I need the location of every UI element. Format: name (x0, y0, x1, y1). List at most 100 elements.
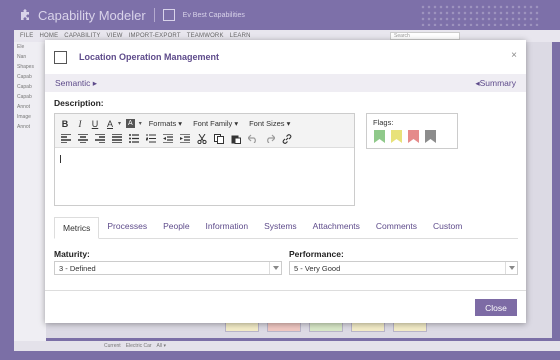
flags-label: Flags: (373, 118, 394, 127)
shapes-panel-item[interactable]: Annot (14, 122, 46, 132)
chevron-down-icon[interactable]: ▾ (118, 120, 121, 127)
font-family-dropdown[interactable]: Font Family ▾ (189, 119, 242, 128)
capability-checkbox[interactable] (54, 50, 67, 64)
chevron-down-icon (505, 262, 517, 274)
puzzle-logo-icon (18, 8, 32, 22)
highlight-label: A (126, 119, 135, 128)
chevron-down-icon (269, 262, 281, 274)
tab-custom[interactable]: Custom (425, 216, 470, 238)
tab-metrics[interactable]: Metrics (54, 217, 100, 239)
undo-icon[interactable] (246, 132, 260, 145)
canvas-shape[interactable] (225, 322, 259, 332)
tab-attachments[interactable]: Attachments (305, 216, 368, 238)
description-label: Description: (54, 98, 104, 108)
description-editor: B I U A ▾ A ▾ Formats ▾ Font Family ▾ Fo… (54, 113, 355, 206)
performance-select[interactable]: 5 - Very Good (289, 261, 518, 275)
numbered-list-icon[interactable] (144, 132, 158, 145)
tab-people[interactable]: People (155, 216, 197, 238)
outdent-icon[interactable] (161, 132, 175, 145)
bullet-list-icon[interactable] (127, 132, 141, 145)
toolbar-row-paragraph (59, 131, 350, 146)
sheet-tab[interactable]: All ▾ (157, 343, 166, 349)
yellow-flag-icon[interactable] (391, 130, 402, 145)
shapes-panel-item[interactable]: Ele (14, 42, 46, 52)
menu-view[interactable]: VIEW (107, 33, 123, 39)
shapes-panel: Ele Nan Shapes Capab Capab Capab Annot I… (14, 42, 46, 348)
gray-flag-icon[interactable] (425, 130, 436, 145)
formats-dropdown[interactable]: Formats ▾ (145, 119, 186, 128)
font-color-button[interactable]: A (104, 117, 116, 130)
close-button[interactable]: Close (475, 299, 517, 316)
green-flag-icon[interactable] (374, 130, 385, 145)
align-center-icon[interactable] (76, 132, 90, 145)
canvas-shape[interactable] (309, 322, 343, 332)
italic-button[interactable]: I (74, 117, 86, 130)
maturity-select[interactable]: 3 - Defined (54, 261, 282, 275)
shapes-panel-item[interactable]: Capab (14, 82, 46, 92)
align-left-icon[interactable] (59, 132, 73, 145)
menu-learn[interactable]: LEARN (230, 33, 251, 39)
shapes-panel-item[interactable]: Annot (14, 102, 46, 112)
flag-row (373, 130, 451, 145)
maturity-value: 3 - Defined (59, 263, 96, 273)
sheet-tab[interactable]: Current (104, 343, 121, 349)
tab-information[interactable]: Information (198, 216, 257, 238)
performance-label: Performance: (289, 249, 344, 259)
menu-import-export[interactable]: IMPORT-EXPORT (129, 33, 181, 39)
editor-toolbar: B I U A ▾ A ▾ Formats ▾ Font Family ▾ Fo… (55, 114, 354, 148)
canvas-shapes (225, 322, 427, 332)
highlight-button[interactable]: A (124, 117, 137, 130)
shapes-panel-item[interactable]: Nan (14, 52, 46, 62)
app-search-input[interactable]: Search (390, 32, 460, 40)
canvas-shape[interactable] (267, 322, 301, 332)
shapes-panel-item[interactable]: Shapes (14, 62, 46, 72)
semantic-link[interactable]: Semantic ▸ (55, 78, 97, 89)
maturity-label: Maturity: (54, 249, 90, 259)
sheet-tab[interactable]: Electric Car (126, 343, 152, 349)
performance-value: 5 - Very Good (294, 263, 341, 273)
menu-teamwork[interactable]: TEAMWORK (187, 33, 224, 39)
tab-comments[interactable]: Comments (368, 216, 425, 238)
close-icon[interactable]: × (511, 50, 517, 61)
shapes-panel-item[interactable]: Capab (14, 72, 46, 82)
menu-home[interactable]: HOME (39, 33, 58, 39)
menu-file[interactable]: FILE (20, 33, 33, 39)
app-titlebar: Capability Modeler Ev Best Capabilities (0, 0, 560, 30)
copy-icon[interactable] (212, 132, 226, 145)
sheet-bar: Current Electric Car All ▾ (14, 341, 560, 351)
cut-icon[interactable] (195, 132, 209, 145)
indent-icon[interactable] (178, 132, 192, 145)
align-justify-icon[interactable] (110, 132, 124, 145)
toolbar-row-formatting: B I U A ▾ A ▾ Formats ▾ Font Family ▾ Fo… (59, 116, 350, 131)
menu-capability[interactable]: CAPABILITY (64, 33, 100, 39)
divider (153, 8, 155, 22)
link-icon[interactable] (280, 132, 294, 145)
shapes-panel-item[interactable]: Image (14, 112, 46, 122)
bold-button[interactable]: B (59, 117, 71, 130)
summary-link[interactable]: ◂Summary (475, 78, 516, 89)
font-sizes-dropdown[interactable]: Font Sizes ▾ (245, 119, 294, 128)
dialog-subbar: Semantic ▸ ◂Summary (45, 74, 526, 92)
breadcrumb[interactable]: Ev Best Capabilities (183, 12, 245, 19)
text-cursor (60, 155, 61, 163)
paste-icon[interactable] (229, 132, 243, 145)
red-flag-icon[interactable] (408, 130, 419, 145)
capability-dialog: Location Operation Management × Semantic… (45, 40, 526, 323)
dialog-title: Location Operation Management (79, 52, 220, 62)
flags-panel: Flags: (366, 113, 458, 149)
canvas-shape[interactable] (393, 322, 427, 332)
dialog-header: Location Operation Management × (45, 40, 526, 74)
underline-button[interactable]: U (89, 117, 101, 130)
grid-icon[interactable] (162, 9, 175, 21)
tab-processes[interactable]: Processes (99, 216, 155, 238)
chevron-down-icon[interactable]: ▾ (139, 120, 142, 127)
description-text-area[interactable] (55, 149, 354, 205)
app-title: Capability Modeler (38, 7, 146, 23)
redo-icon[interactable] (263, 132, 277, 145)
canvas-shape[interactable] (351, 322, 385, 332)
shapes-panel-item[interactable]: Capab (14, 92, 46, 102)
align-right-icon[interactable] (93, 132, 107, 145)
dialog-tabs: Metrics Processes People Information Sys… (54, 217, 518, 239)
tab-systems[interactable]: Systems (256, 216, 305, 238)
footer-divider (45, 290, 526, 291)
